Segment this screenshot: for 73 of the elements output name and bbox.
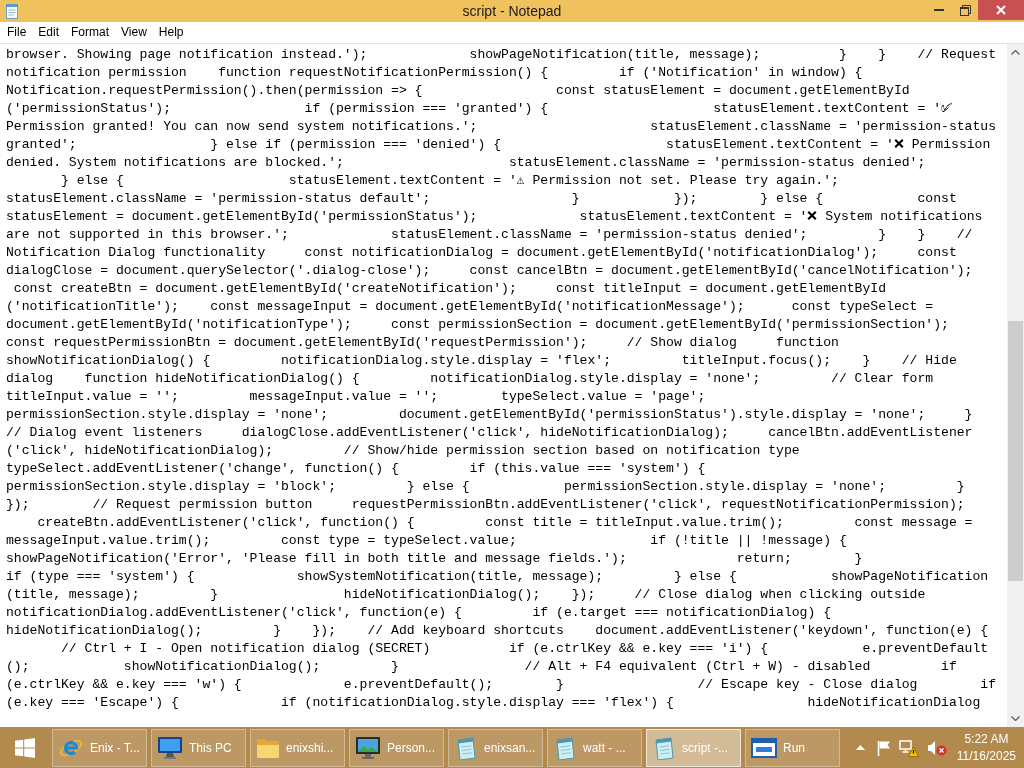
code-line: statusElement.className = 'permission-status default'; } }); } else { const [6, 190, 957, 208]
code-line: Notification Dialog functionality const notificationDialog = document.getElementById('notificationDialog'); const [6, 244, 957, 262]
code-line: titleInput.value = ''; messageInput.value = ''; typeSelect.value = 'page'; [6, 388, 706, 406]
code-line: (title, message); } hideNotificationDialog(); }); // Close dialog when clicking outside [6, 586, 926, 604]
speaker-icon[interactable] [926, 739, 947, 756]
code-line: granted'; } else if (permission === 'denied') { statusElement.textContent = '❌ Permission [6, 136, 991, 154]
monitor-icon [157, 735, 183, 760]
code-line: browser. Showing page notification instead.'); showPageNotification(title, message); } } // Request [6, 46, 997, 64]
taskbar-button[interactable]: watt - ... [547, 728, 642, 767]
taskbar-button[interactable]: enixshi... [250, 728, 345, 767]
notepad-icon [4, 3, 20, 19]
code-line: } else { statusElement.textContent = '⚠ Permission not set. Please try again.'; [60, 172, 839, 190]
code-line: denied. System notifications are blocked.'; statusElement.className = 'permission-status denied'; [6, 154, 926, 172]
code-line: ('click', hideNotificationDialog); // Show/hide permission section based on notification type [6, 442, 800, 460]
close-icon [996, 5, 1006, 15]
taskbar-button[interactable]: This PC [151, 728, 246, 767]
chevron-down-icon [1011, 716, 1020, 721]
code-line: permissionSection.style.display = 'none'; document.getElementById('permissionStatus').style.display = 'none'; } [6, 406, 973, 424]
code-line: dialog function hideNotificationDialog() { notificationDialog.style.display = 'none'; // Clear form [6, 370, 934, 388]
code-line: statusElement = document.getElementById('permissionStatus'); statusElement.textContent = '❌ System notifications [6, 208, 983, 226]
display-icon [355, 735, 381, 760]
taskbar-button[interactable]: Run [745, 728, 840, 767]
code-line: (e.key === 'Escape') { if (notificationDialog.style.display === 'flex') { hideNotificationDialog [6, 694, 981, 712]
menu-item[interactable]: Help [152, 22, 190, 43]
restore-icon [959, 4, 971, 16]
menu-item[interactable]: Edit [32, 22, 66, 43]
code-line: // Ctrl + I - Open notification dialog (SECRET) if (e.ctrlKey && e.key === 'i') { e.preventDefault [60, 640, 989, 658]
close-button[interactable] [978, 0, 1024, 20]
window-icon [751, 737, 777, 758]
taskbar-button[interactable]: script -... [646, 728, 741, 767]
code-line: showPageNotification('Error', 'Please fill in both title and message fields.'); return; } [6, 550, 863, 568]
network-icon[interactable] [898, 738, 919, 757]
code-line: ('permissionStatus'); if (permission === 'granted') { statusElement.textContent = '✅ [6, 100, 953, 118]
code-line: if (type === 'system') { showSystemNotification(title, message); } else { showPageNotification [6, 568, 989, 586]
code-line: (e.ctrlKey && e.key === 'w') { e.preventDefault(); } // Escape key - Close dialog if [6, 676, 997, 694]
code-line: notification permission function requestNotificationPermission() { if ('Notification' in window) { [6, 64, 863, 82]
code-line: Permission granted! You can now send system notifications.'; statusElement.className = 'permission-status [6, 118, 997, 136]
folder-icon [256, 736, 280, 759]
code-line: showNotificationDialog() { notificationDialog.style.display = 'flex'; titleInput.focus(); } // Hide [6, 352, 957, 370]
flag-icon[interactable] [876, 739, 891, 756]
vertical-scrollbar[interactable] [1007, 44, 1024, 727]
menu-item[interactable]: View [115, 22, 153, 43]
code-line: ('notificationTitle'); const messageInput = document.getElementById('notificationMessage'); const typeSelect = [6, 298, 934, 316]
caret-up-icon [856, 745, 866, 750]
windows-logo-icon [15, 737, 35, 758]
clock[interactable]: 5:22 AM 11/16/2025 [954, 730, 1018, 765]
code-line: document.getElementById('notificationType'); const permissionSection = document.getElementById('permissionSection'); [6, 316, 949, 334]
menu-item[interactable]: Format [65, 22, 116, 43]
code-line: are not supported in this browser.'; statusElement.className = 'permission-status denied'; } } // [6, 226, 973, 244]
code-line: Notification.requestPermission().then(permission => { const statusElement = document.getElementById [6, 82, 910, 100]
code-line: // Dialog event listeners dialogClose.addEventListener('click', hideNotificationDialog); cancelBtn.addEventListener [6, 424, 973, 442]
notepad-icon [553, 735, 577, 760]
code-line: createBtn.addEventListener('click', function() { const title = titleInput.value.trim(); const message = [36, 514, 973, 532]
taskbar-button[interactable]: Person... [349, 728, 444, 767]
code-line: (); showNotificationDialog(); } // Alt + F4 equivalent (Ctrl + W) - disabled if [6, 658, 957, 676]
code-line: typeSelect.addEventListener('change', function() { if (this.value === 'system') { [6, 460, 706, 478]
taskbar-button[interactable]: enixsan... [448, 728, 543, 767]
code-line: messageInput.value.trim(); const type = typeSelect.value; if (!title || !message) { [6, 532, 847, 550]
code-line: const requestPermissionBtn = document.getElementById('requestPermission'); // Show dialog function [6, 334, 839, 352]
notepad-icon [652, 735, 676, 760]
notepad-icon [454, 735, 478, 760]
chevron-up-icon [1011, 50, 1020, 55]
window-title: script - Notepad [462, 2, 562, 21]
code-line: notificationDialog.addEventListener('click', function(e) { if (e.target === notificationDialog) { [6, 604, 832, 622]
taskbar-button[interactable]: Enix - T... [52, 728, 147, 767]
menu-item[interactable]: File [1, 22, 33, 43]
code-line: permissionSection.style.display = 'block'; } else { permissionSection.style.display = 'none'; } [6, 478, 965, 496]
code-line: const createBtn = document.getElementById('createNotification'); const titleInput = document.getElementById [12, 280, 887, 298]
code-line: hideNotificationDialog(); } }); // Add keyboard shortcuts document.addEventListener('keydown', function(e) { [6, 622, 989, 640]
minimize-icon [934, 9, 944, 11]
code-line: dialogClose = document.querySelector('.dialog-close'); const cancelBtn = document.getElementById('cancelNotification'); [6, 262, 973, 280]
code-line: }); // Request permission button requestPermissionBtn.addEventListener('click', requestNotificationPermission); [6, 496, 965, 514]
scrollbar-thumb[interactable] [1008, 321, 1023, 581]
